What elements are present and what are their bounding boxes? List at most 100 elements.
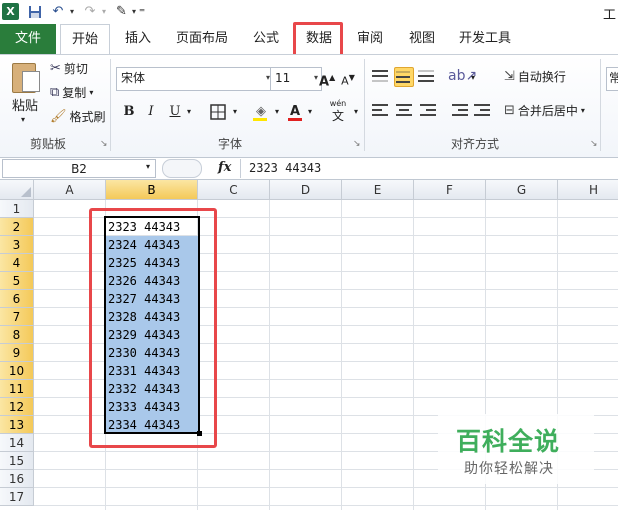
align-center-icon[interactable] (396, 101, 414, 119)
row-header-17[interactable]: 17 (0, 488, 34, 506)
column-header-a[interactable]: A (34, 180, 106, 200)
cut-button[interactable]: ✂ 剪切 (50, 59, 88, 79)
shrink-font-button[interactable]: A▼ (340, 67, 356, 89)
tab-insert[interactable]: 插入 (116, 24, 160, 54)
row-header-5[interactable]: 5 (0, 272, 34, 290)
row-header-10[interactable]: 10 (0, 362, 34, 380)
name-box-dropdown-icon[interactable]: ▾ (146, 162, 150, 171)
redo-icon[interactable]: ↷ (82, 3, 98, 20)
column-header-d[interactable]: D (270, 180, 342, 200)
paste-button[interactable]: 粘贴 (12, 95, 38, 114)
save-icon[interactable] (27, 3, 42, 20)
copy-dropdown-icon[interactable]: ▾ (89, 83, 93, 103)
align-bottom-icon[interactable] (418, 67, 436, 85)
column-header-c[interactable]: C (198, 180, 270, 200)
font-name-combo[interactable]: 宋体 ▾ (116, 67, 274, 91)
wrap-text-button[interactable]: ⇲ 自动换行 (504, 67, 566, 87)
tab-formulas[interactable]: 公式 (244, 24, 288, 54)
row-header-2[interactable]: 2 (0, 218, 34, 236)
wrap-text-icon: ⇲ (504, 69, 515, 84)
tab-file[interactable]: 文件 (0, 24, 56, 54)
formula-bar-splitter[interactable] (162, 159, 202, 178)
number-format-combo[interactable]: 常 (606, 67, 618, 91)
formula-input[interactable]: 2323 44343 (249, 161, 321, 175)
decrease-indent-icon[interactable] (452, 101, 470, 119)
tab-review[interactable]: 审阅 (348, 24, 392, 54)
column-header-g[interactable]: G (486, 180, 558, 200)
underline-dropdown-icon[interactable]: ▾ (184, 101, 194, 123)
insert-function-button[interactable]: fx (218, 160, 231, 175)
fill-color-icon[interactable]: ◈ (250, 101, 272, 123)
row-header-4[interactable]: 4 (0, 254, 34, 272)
column-header-e[interactable]: E (342, 180, 414, 200)
watermark-logo: 百科全说 助你轻松解决 (438, 414, 594, 484)
row-header-16[interactable]: 16 (0, 470, 34, 488)
quick-access-toolbar: X ↶ ▾ ↷ ▾ ✎ ▾ ⁼ 工 (0, 0, 618, 24)
row-header-15[interactable]: 15 (0, 452, 34, 470)
row-header-9[interactable]: 9 (0, 344, 34, 362)
font-size-combo[interactable]: 11 ▾ (270, 67, 322, 91)
italic-button[interactable]: I (142, 101, 160, 123)
font-size-dropdown-icon[interactable]: ▾ (314, 68, 318, 88)
bold-button[interactable]: B (120, 101, 138, 123)
paste-icon[interactable] (10, 61, 40, 93)
font-launcher-icon[interactable]: ↘ (353, 139, 361, 149)
paste-dropdown-icon[interactable]: ▾ (21, 115, 25, 124)
select-all-corner[interactable] (0, 180, 34, 200)
row-header-13[interactable]: 13 (0, 416, 34, 434)
undo-dropdown-icon[interactable]: ▾ (68, 3, 76, 20)
clipboard-launcher-icon[interactable]: ↘ (100, 139, 108, 149)
column-header-b[interactable]: B (106, 180, 198, 200)
column-header-f[interactable]: F (414, 180, 486, 200)
merge-dropdown-icon[interactable]: ▾ (581, 101, 585, 121)
number-format-value: 常 (609, 71, 618, 85)
data-tab-highlight (293, 22, 343, 57)
group-divider (364, 59, 365, 151)
gridline-horizontal (34, 487, 618, 488)
row-header-6[interactable]: 6 (0, 290, 34, 308)
row-header-1[interactable]: 1 (0, 200, 34, 218)
name-box[interactable]: B2 (2, 159, 156, 178)
excel-icon[interactable]: X (2, 3, 19, 20)
grow-font-button[interactable]: A▲ (319, 67, 335, 89)
row-header-8[interactable]: 8 (0, 326, 34, 344)
grow-font-letter: A (319, 74, 330, 90)
customize-qat-icon[interactable]: ⁼ (139, 3, 145, 20)
customize-tool-icon[interactable]: ✎ (113, 3, 130, 20)
undo-icon[interactable]: ↶ (50, 3, 66, 20)
row-header-7[interactable]: 7 (0, 308, 34, 326)
fill-color-dropdown-icon[interactable]: ▾ (272, 101, 282, 123)
ribbon-home: 粘贴 ▾ ✂ 剪切 ⧉ 复制 ▾ 🖌 格式刷 剪贴板 ↘ 宋体 ▾ 11 ▾ A… (0, 54, 618, 158)
format-painter-button[interactable]: 🖌 格式刷 (50, 107, 106, 127)
tab-page-layout[interactable]: 页面布局 (168, 24, 236, 54)
brush-icon: 🖌 (50, 109, 67, 124)
tool-dropdown-icon[interactable]: ▾ (130, 3, 138, 20)
tab-home[interactable]: 开始 (60, 24, 110, 56)
font-color-dropdown-icon[interactable]: ▾ (305, 101, 315, 123)
underline-button[interactable]: U (166, 101, 184, 123)
orientation-dropdown-icon[interactable]: ▾ (468, 67, 478, 89)
align-top-icon[interactable] (372, 67, 390, 85)
row-header-12[interactable]: 12 (0, 398, 34, 416)
phonetic-dropdown-icon[interactable]: ▾ (351, 101, 361, 123)
borders-dropdown-icon[interactable]: ▾ (230, 101, 240, 123)
tab-developer[interactable]: 开发工具 (452, 24, 518, 54)
font-color-letter: A (289, 104, 301, 119)
alignment-launcher-icon[interactable]: ↘ (590, 139, 598, 149)
increase-indent-icon[interactable] (474, 101, 492, 119)
orientation-icon[interactable]: ab↗ (448, 65, 477, 87)
merge-center-button[interactable]: ⊟ 合并后居中 ▾ (504, 101, 585, 121)
align-middle-icon[interactable] (394, 67, 414, 87)
font-color-button[interactable]: A (285, 101, 305, 123)
align-right-icon[interactable] (420, 101, 438, 119)
align-left-icon[interactable] (372, 101, 390, 119)
column-header-h[interactable]: H (558, 180, 618, 200)
row-header-11[interactable]: 11 (0, 380, 34, 398)
phonetic-button[interactable]: wén 文 (325, 99, 351, 123)
tab-view[interactable]: 视图 (400, 24, 444, 54)
row-header-14[interactable]: 14 (0, 434, 34, 452)
borders-icon[interactable] (207, 101, 229, 123)
row-header-3[interactable]: 3 (0, 236, 34, 254)
redo-dropdown-icon[interactable]: ▾ (100, 3, 108, 20)
copy-button[interactable]: ⧉ 复制 ▾ (50, 83, 93, 103)
